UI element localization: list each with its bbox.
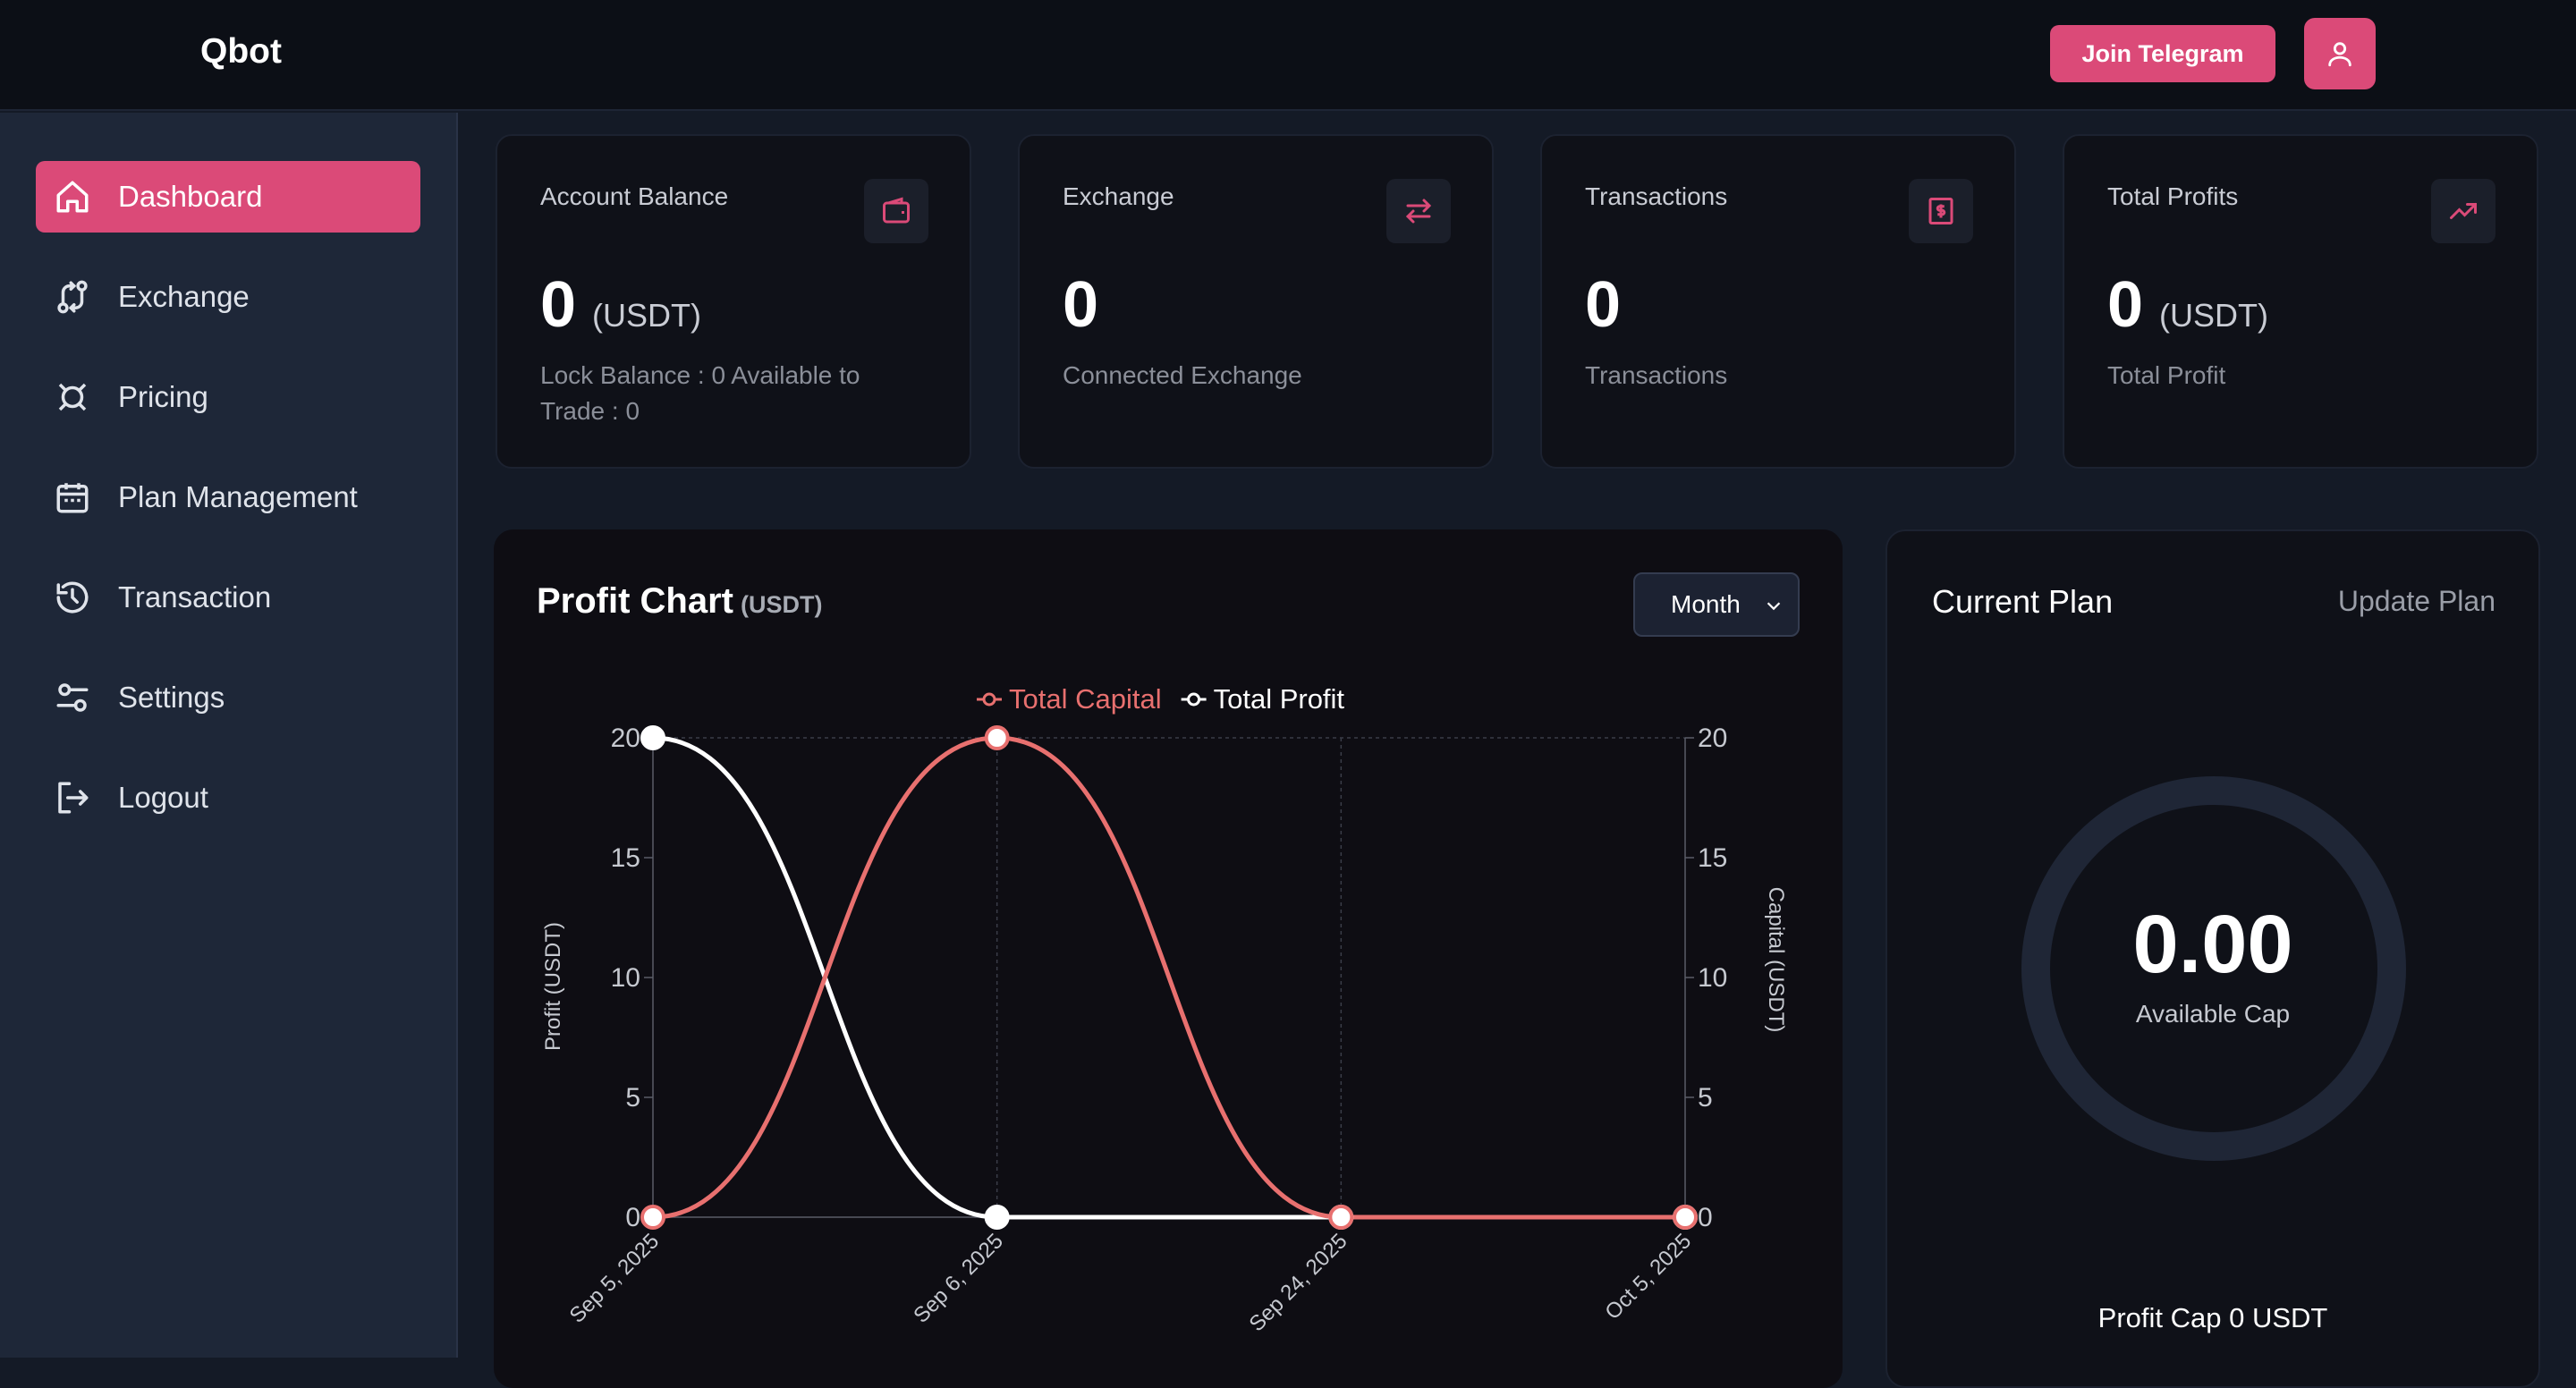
y2-axis-title: Capital (USDT) [1764,887,1788,1033]
y-tick-label-right: 10 [1698,963,1727,993]
receipt-icon [1909,179,1973,243]
sidebar-item-label: Dashboard [118,180,263,213]
card-title: Transactions [1585,182,1728,210]
y-axis-title: Profit (USDT) [541,922,565,1051]
card-title: Account Balance [540,182,729,210]
x-tick-label: Sep 6, 2025 [909,1229,1008,1328]
series-line [652,735,1685,1220]
data-point [984,1205,1010,1230]
card-subtitle: Lock Balance : 0 Available to Trade : 0 [540,361,860,425]
update-plan-link[interactable]: Update Plan [2338,585,2496,618]
y-tick-label-left: 15 [611,843,640,873]
card-value: 0 [1585,269,1622,341]
sidebar-item-label: Exchange [118,280,250,313]
brand-logo[interactable]: Qbot [200,32,282,72]
data-point [640,725,665,750]
plan-title: Current Plan [1932,583,2114,620]
x-tick-label: Oct 5, 2025 [1600,1229,1696,1325]
exchange-icon [52,276,93,317]
profit-chart[interactable]: 0 0 5 5 10 10 15 15 20 20 Sep 5, 2025 Sep 6, 2025 Se… [494,529,1843,1388]
x-tick-label: Sep 24, 2025 [1245,1229,1352,1336]
calendar-icon [52,477,93,518]
legend-marker-dot [982,692,996,707]
data-point [1673,1205,1698,1230]
available-cap-value: 0.00 [2132,899,2293,990]
card-subtitle: Connected Exchange [1063,361,1302,389]
card-value: 0 (USDT) [2107,269,2269,341]
card-transactions: Transactions 0 Transactions [1540,134,2016,469]
sidebar-item-logout[interactable]: Logout [36,762,420,834]
card-exchange: Exchange 0 Connected Exchange [1018,134,1494,469]
sidebar-item-pricing[interactable]: Pricing [36,361,420,433]
y-tick-label-right: 5 [1698,1083,1713,1113]
sidebar: Dashboard Exchange Pricing Plan Manageme… [0,113,458,1358]
user-icon [2328,42,2351,67]
logout-icon [52,777,93,818]
data-point [1328,1205,1354,1230]
card-value: 0 [1063,269,1099,341]
sidebar-item-label: Settings [118,681,225,714]
card-subtitle: Total Profit [2107,361,2226,389]
home-icon [52,176,93,217]
card-value: 0 (USDT) [540,269,702,341]
y-tick-label-right: 0 [1698,1203,1713,1232]
settings-icon [52,677,93,718]
join-telegram-button[interactable]: Join Telegram [2050,25,2275,82]
sidebar-item-label: Transaction [118,580,272,614]
y-tick-label-left: 5 [625,1083,640,1113]
user-menu-button[interactable] [2304,18,2376,89]
sidebar-item-label: Plan Management [118,480,358,513]
top-bar: Qbot Join Telegram [0,0,2576,111]
available-cap-label: Available Cap [2135,1000,2291,1028]
card-title: Total Profits [2107,182,2239,210]
sidebar-item-settings[interactable]: Settings [36,662,420,733]
y-tick-label-right: 20 [1698,724,1727,753]
pricing-icon [52,377,93,418]
profit-cap-text: Profit Cap 0 USDT [2097,1302,2328,1333]
y-tick-label-left: 10 [611,963,640,993]
history-icon [52,577,93,618]
sidebar-item-label: Logout [118,781,208,814]
y-tick-label-left: 20 [611,724,640,753]
card-subtitle: Transactions [1585,361,1728,389]
sidebar-item-exchange[interactable]: Exchange [36,261,420,333]
data-point [984,725,1010,750]
profit-chart-panel: Profit Chart (USDT) Month 0 0 5 5 10 10 15 15 20 2… [494,529,1843,1388]
sidebar-item-plan-management[interactable]: Plan Management [36,461,420,533]
card-account-balance: Account Balance 0 (USDT) Lock Balance : 0… [496,134,971,469]
arrows-icon [1386,179,1451,243]
data-point [640,1205,665,1230]
card-title: Exchange [1063,182,1174,210]
y-tick-label-right: 15 [1698,843,1727,873]
sidebar-item-dashboard[interactable]: Dashboard [36,161,420,233]
legend-label: Total Capital [1009,683,1162,715]
x-tick-label: Sep 5, 2025 [565,1229,665,1328]
sidebar-item-transaction[interactable]: Transaction [36,562,420,633]
trending-up-icon [2431,179,2496,243]
wallet-icon [864,179,928,243]
legend-marker-dot [1187,692,1201,707]
card-total-profits: Total Profits 0 (USDT) Total Profit [2063,134,2538,469]
y-tick-label-left: 0 [625,1203,640,1232]
legend-label: Total Profit [1214,683,1345,715]
sidebar-item-label: Pricing [118,380,208,413]
current-plan-panel: Current Plan Update Plan 0.00 Available … [1885,529,2540,1388]
